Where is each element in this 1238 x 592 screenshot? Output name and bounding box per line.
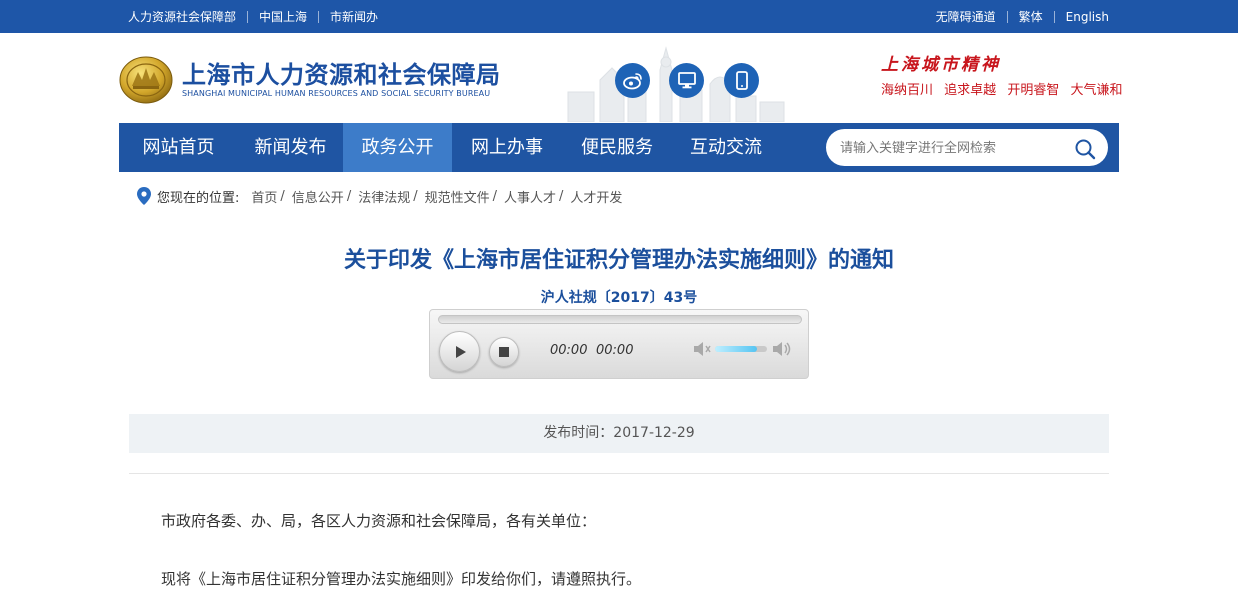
mobile-icon [735, 71, 748, 90]
city-spirit-item: 追求卓越 [944, 83, 997, 98]
location-pin-icon [137, 187, 151, 205]
current-time: 00:00 [550, 343, 588, 358]
city-spirit-item: 开明睿智 [1007, 83, 1060, 98]
breadcrumb: 您现在的位置: 首页 / 信息公开 / 法律法规 / 规范性文件 / 人事人才 / 人才开… [137, 186, 622, 206]
article-paragraph: 现将《上海市居住证积分管理办法实施细则》印发给你们，请遵照执行。 [161, 570, 642, 588]
publish-date-bar: 发布时间：2017-12-29 [129, 414, 1109, 453]
breadcrumb-separator: / [559, 188, 564, 204]
mobile-channel-button[interactable] [724, 63, 759, 98]
nav-home[interactable]: 网站首页 [119, 123, 238, 172]
link-english[interactable]: English [1066, 10, 1109, 24]
article-title: 关于印发《上海市居住证积分管理办法实施细则》的通知 [343, 248, 894, 273]
search-input[interactable] [840, 137, 1060, 159]
main-nav: 网站首页 新闻发布 政务公开 网上办事 便民服务 互动交流 [119, 123, 1119, 172]
city-spirit-item: 海纳百川 [881, 83, 934, 98]
nav-news[interactable]: 新闻发布 [238, 123, 343, 172]
top-utility-bar: 人力资源社会保障部 中国上海 市新闻办 无障碍通道 繁体 English [0, 0, 1238, 33]
search-box [826, 129, 1108, 166]
volume-slider[interactable] [715, 346, 767, 352]
breadcrumb-separator: / [346, 188, 352, 204]
play-icon [455, 345, 466, 358]
divider [1006, 10, 1008, 23]
divider [1053, 10, 1055, 23]
top-right-links: 无障碍通道 繁体 English [936, 0, 1109, 33]
link-china-shanghai[interactable]: 中国上海 [259, 8, 307, 25]
divider [247, 10, 249, 23]
desktop-icon [677, 72, 696, 89]
city-spirit-item: 大气谦和 [1070, 83, 1123, 98]
weibo-channel-button[interactable] [615, 63, 650, 98]
city-spirit-slogans: 海纳百川 追求卓越 开明睿智 大气谦和 [881, 79, 1129, 98]
breadcrumb-item[interactable]: 信息公开 [292, 187, 344, 206]
city-spirit-title: 上海城市精神 [881, 55, 1001, 75]
stop-icon [499, 347, 509, 357]
nav-convenience-services[interactable]: 便民服务 [562, 123, 672, 172]
top-left-links: 人力资源社会保障部 中国上海 市新闻办 [128, 0, 378, 33]
breadcrumb-separator: / [492, 188, 498, 204]
search-icon[interactable] [1074, 138, 1096, 160]
nav-interaction[interactable]: 互动交流 [672, 123, 780, 172]
desktop-channel-button[interactable] [669, 63, 704, 98]
site-name-cn[interactable]: 上海市人力资源和社会保障局 [182, 55, 501, 90]
volume-max-icon[interactable] [772, 340, 792, 358]
volume-mute-icon[interactable] [693, 341, 711, 357]
stop-button[interactable] [489, 337, 519, 367]
content-divider [129, 473, 1109, 474]
volume-slider-fill [715, 346, 757, 352]
nav-online-services[interactable]: 网上办事 [452, 123, 562, 172]
site-name-en: SHANGHAI MUNICIPAL HUMAN RESOURCES AND S… [182, 89, 491, 98]
breadcrumb-item[interactable]: 首页 [251, 187, 277, 206]
link-accessibility[interactable]: 无障碍通道 [936, 8, 996, 25]
audio-player: 00:00 00:00 [429, 309, 809, 379]
article-paragraph: 市政府各委、办、局，各区人力资源和社会保障局，各有关单位： [161, 512, 597, 530]
breadcrumb-prefix: 您现在的位置: [157, 190, 240, 206]
duration-time: 00:00 [596, 343, 634, 358]
play-button[interactable] [439, 331, 480, 372]
link-mohrss[interactable]: 人力资源社会保障部 [128, 8, 236, 25]
audio-progress-bar[interactable] [438, 315, 802, 324]
breadcrumb-separator: / [280, 188, 285, 204]
nav-government-affairs[interactable]: 政务公开 [343, 123, 452, 172]
breadcrumb-item[interactable]: 法律法规 [358, 187, 410, 206]
link-traditional-chinese[interactable]: 繁体 [1019, 8, 1043, 25]
breadcrumb-item[interactable]: 人才开发 [570, 187, 622, 206]
weibo-icon [622, 72, 642, 89]
document-number: 沪人社规〔2017〕43号 [540, 290, 698, 306]
breadcrumb-item[interactable]: 规范性文件 [425, 187, 490, 206]
link-press-office[interactable]: 市新闻办 [330, 8, 378, 25]
publish-date: 发布时间：2017-12-29 [543, 425, 695, 441]
breadcrumb-item[interactable]: 人事人才 [504, 187, 556, 206]
divider [318, 10, 320, 23]
bureau-emblem-icon[interactable] [119, 52, 173, 104]
breadcrumb-separator: / [413, 188, 418, 204]
